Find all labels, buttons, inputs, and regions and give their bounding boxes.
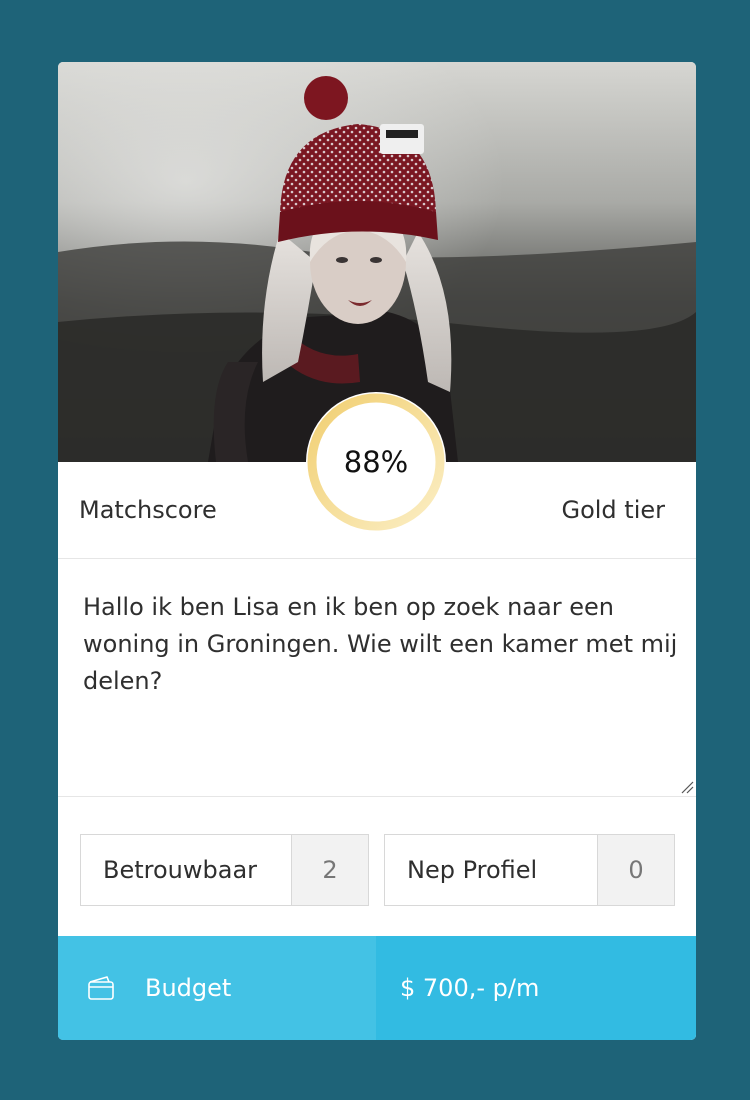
fake-profile-button[interactable]: Nep Profiel 0	[384, 834, 675, 906]
wallet-icon	[88, 976, 114, 1000]
fake-profile-label: Nep Profiel	[407, 856, 538, 884]
budget-label-section: Budget	[58, 936, 376, 1040]
tier-label: Gold tier	[561, 496, 665, 524]
resize-handle-icon[interactable]	[680, 780, 694, 794]
budget-value: $ 700,- p/m	[400, 974, 540, 1002]
trustworthy-count: 2	[291, 835, 368, 905]
fake-profile-count: 0	[597, 835, 674, 905]
budget-bar: Budget $ 700,- p/m	[58, 936, 696, 1040]
matchscore-ring: 88%	[305, 391, 447, 533]
message-textarea[interactable]: Hallo ik ben Lisa en ik ben op zoek naar…	[58, 559, 696, 797]
trustworthy-button[interactable]: Betrouwbaar 2	[80, 834, 369, 906]
profile-card: Matchscore Gold tier 88% Hallo ik ben Li…	[58, 62, 696, 1040]
trustworthy-label: Betrouwbaar	[103, 856, 258, 884]
budget-label: Budget	[145, 974, 232, 1002]
matchscore-label: Matchscore	[79, 496, 217, 524]
message-text: Hallo ik ben Lisa en ik ben op zoek naar…	[83, 593, 678, 695]
matchscore-value: 88%	[343, 445, 409, 479]
